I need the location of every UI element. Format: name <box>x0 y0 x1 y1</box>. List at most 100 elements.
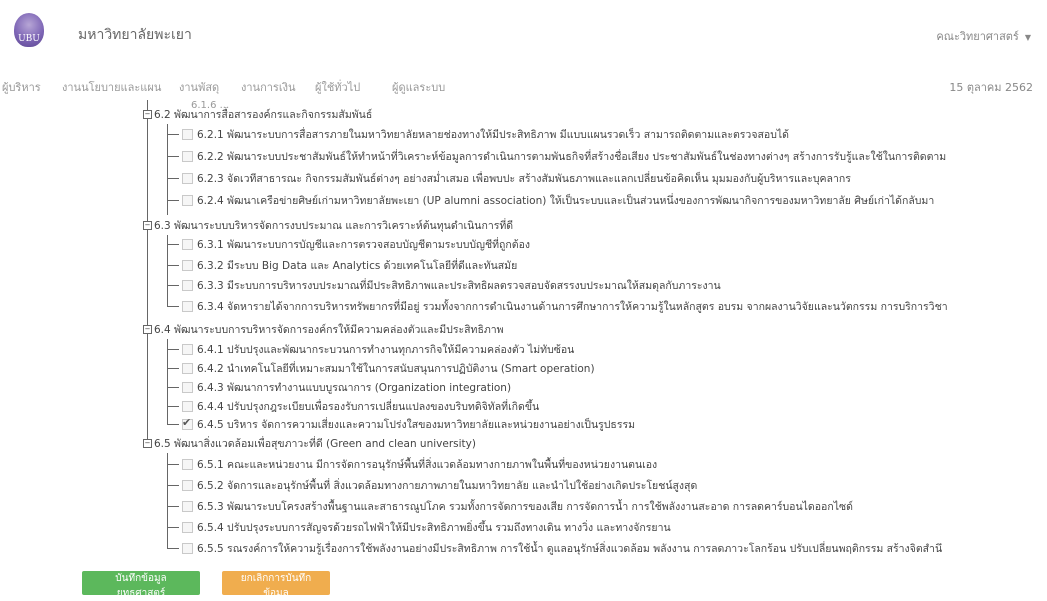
checkbox[interactable] <box>182 400 193 412</box>
checkbox[interactable] <box>182 500 193 512</box>
tree-group-label: 6.3 พัฒนาระบบบริหารจัดการงบประมาณ และการ… <box>154 219 514 232</box>
tree-connector <box>167 156 179 157</box>
tree-connector <box>167 265 179 266</box>
tree-item-6-5-2[interactable]: 6.5.2 จัดการและอนุรักษ์พื้นที่ สิ่งแวดล้… <box>182 475 697 495</box>
tree-item-6-5-1[interactable]: 6.5.1 คณะและหน่วยงาน มีการจัดการอนุรักษ์… <box>182 454 657 474</box>
checkbox[interactable] <box>182 458 193 470</box>
checkbox[interactable] <box>182 259 193 271</box>
checkbox[interactable] <box>182 279 193 291</box>
nav-item-policy-planning[interactable]: งานนโยบายและแผน <box>62 78 161 96</box>
collapse-toggle-icon[interactable]: − <box>143 221 152 230</box>
tree-item-6-2-2[interactable]: 6.2.2 พัฒนาระบบประชาสัมพันธ์ให้ทำหน้าที่… <box>182 146 946 166</box>
tree-item-6-2-1[interactable]: 6.2.1 พัฒนาระบบการสื่อสารภายในมหาวิทยาลั… <box>182 124 789 144</box>
tree-item-label: 6.3.4 จัดหารายได้จากการบริหารทรัพยากรที่… <box>197 300 948 313</box>
tree-branch-line <box>167 453 168 548</box>
checkbox[interactable] <box>182 172 193 184</box>
app-header: UBU มหาวิทยาลัยพะเยา คณะวิทยาศาสตร์ ▼ <box>0 0 1047 66</box>
tree-connector <box>167 306 179 307</box>
main-nav: ผู้บริหาร งานนโยบายและแผน งานพัสดุ งานกา… <box>0 70 1047 100</box>
checkbox[interactable] <box>182 362 193 374</box>
nav-item-finance[interactable]: งานการเงิน <box>241 78 295 96</box>
tree-item-label: 6.4.5 บริหาร จัดการความเสี่ยงและความโปร่… <box>197 418 636 431</box>
checkbox[interactable] <box>182 300 193 312</box>
tree-group-6-4: 6.4 พัฒนาระบบการบริหารจัดการองค์กรให้มีค… <box>154 319 504 339</box>
tree-item-6-3-4[interactable]: 6.3.4 จัดหารายได้จากการบริหารทรัพยากรที่… <box>182 296 948 316</box>
tree-item-6-4-2[interactable]: 6.4.2 นำเทคโนโลยีที่เหมาะสมมาใช้ในการสนั… <box>182 358 595 378</box>
nav-item-admin[interactable]: ผู้ดูแลระบบ <box>392 78 445 96</box>
tree-connector <box>167 424 179 425</box>
tree-root-line <box>147 100 148 443</box>
tree-item-label: 6.5.1 คณะและหน่วยงาน มีการจัดการอนุรักษ์… <box>197 458 658 471</box>
nav-item-general-users[interactable]: ผู้ใช้ทั่วไป <box>315 78 360 96</box>
strategy-tree: 6.1.6 ... − 6.2 พัฒนาการสื่อสารองค์กรและ… <box>0 100 1047 563</box>
tree-branch-line <box>167 339 168 424</box>
tree-item-6-4-5[interactable]: 6.4.5 บริหาร จัดการความเสี่ยงและความโปร่… <box>182 414 635 434</box>
tree-connector <box>167 200 179 201</box>
tree-group-6-3: 6.3 พัฒนาระบบบริหารจัดการงบประมาณ และการ… <box>154 215 513 235</box>
tree-item-6-3-1[interactable]: 6.3.1 พัฒนาระบบการบัญชีและการตรวจสอบบัญช… <box>182 234 530 254</box>
tree-connector <box>167 368 179 369</box>
tree-group-label: 6.5 พัฒนาสิ่งแวดล้อมเพื่อสุขภาวะที่ดี (G… <box>154 437 476 450</box>
tree-item-label: 6.2.4 พัฒนาเครือข่ายศิษย์เก่ามหาวิทยาลัย… <box>197 194 935 207</box>
checkbox-checked[interactable] <box>182 416 193 430</box>
tree-item-6-4-1[interactable]: 6.4.1 ปรับปรุงและพัฒนากระบวนการทำงานทุกภ… <box>182 339 574 359</box>
collapse-toggle-icon[interactable]: − <box>143 439 152 448</box>
tree-item-label: 6.5.5 รณรงค์การให้ความรู้เรื่องการใช้พลั… <box>197 542 943 555</box>
nav-item-supplies[interactable]: งานพัสดุ <box>179 78 219 96</box>
tree-item-label: 6.4.1 ปรับปรุงและพัฒนากระบวนการทำงานทุกภ… <box>197 343 575 356</box>
faculty-dropdown[interactable]: คณะวิทยาศาสตร์ ▼ <box>936 27 1031 45</box>
tree-item-label: 6.2.2 พัฒนาระบบประชาสัมพันธ์ให้ทำหน้าที่… <box>197 150 947 163</box>
checkbox[interactable] <box>182 150 193 162</box>
tree-item-label: 6.4.3 พัฒนาการทำงานแบบบูรณาการ (Organiza… <box>197 381 512 394</box>
checkbox[interactable] <box>182 479 193 491</box>
caret-down-icon: ▼ <box>1024 33 1031 42</box>
tree-item-6-4-3[interactable]: 6.4.3 พัฒนาการทำงานแบบบูรณาการ (Organiza… <box>182 377 511 397</box>
tree-item-6-2-3[interactable]: 6.2.3 จัดเวทีสาธารณะ กิจกรรมสัมพันธ์ต่าง… <box>182 168 851 188</box>
tree-group-6-2: 6.2 พัฒนาการสื่อสารองค์กรและกิจกรรมสัมพั… <box>154 104 372 124</box>
tree-item-6-3-2[interactable]: 6.3.2 มีระบบ Big Data และ Analytics ด้วย… <box>182 255 517 275</box>
tree-item-6-4-4[interactable]: 6.4.4 ปรับปรุงกฎระเบียบเพื่อรองรับการเปล… <box>182 396 539 416</box>
tree-item-label: 6.3.3 มีระบบการบริหารงบประมาณที่มีประสิท… <box>197 279 721 292</box>
tree-connector <box>167 485 179 486</box>
tree-connector <box>167 349 179 350</box>
nav-item-executive[interactable]: ผู้บริหาร <box>2 78 41 96</box>
tree-connector <box>167 527 179 528</box>
checkbox[interactable] <box>182 343 193 355</box>
tree-branch-line <box>167 235 168 306</box>
collapse-toggle-icon[interactable]: − <box>143 325 152 334</box>
tree-branch-line <box>167 124 168 215</box>
tree-item-label: 6.3.1 พัฒนาระบบการบัญชีและการตรวจสอบบัญช… <box>197 238 531 251</box>
checkbox[interactable] <box>182 238 193 250</box>
tree-item-6-5-5[interactable]: 6.5.5 รณรงค์การให้ความรู้เรื่องการใช้พลั… <box>182 538 942 558</box>
collapse-toggle-icon[interactable]: − <box>143 110 152 119</box>
tree-item-label: 6.4.2 นำเทคโนโลยีที่เหมาะสมมาใช้ในการสนั… <box>197 362 595 375</box>
tree-item-6-5-4[interactable]: 6.5.4 ปรับปรุงระบบการสัญจรด้วยรถไฟฟ้าให้… <box>182 517 671 537</box>
tree-connector <box>167 406 179 407</box>
tree-item-label: 6.3.2 มีระบบ Big Data และ Analytics ด้วย… <box>197 259 518 272</box>
tree-connector <box>167 134 179 135</box>
checkbox[interactable] <box>182 521 193 533</box>
save-strategy-button[interactable]: บันทึกข้อมูลยุทธศาสตร์ <box>82 571 200 599</box>
tree-connector <box>167 464 179 465</box>
tree-group-label: 6.2 พัฒนาการสื่อสารองค์กรและกิจกรรมสัมพั… <box>154 108 373 121</box>
logo-text: UBU <box>18 34 40 44</box>
university-logo[interactable]: UBU <box>14 13 44 47</box>
tree-item-label: 6.2.1 พัฒนาระบบการสื่อสารภายในมหาวิทยาลั… <box>197 128 789 141</box>
university-name[interactable]: มหาวิทยาลัยพะเยา <box>78 24 192 46</box>
tree-item-label: 6.5.2 จัดการและอนุรักษ์พื้นที่ สิ่งแวดล้… <box>197 479 698 492</box>
tree-connector <box>167 506 179 507</box>
cancel-save-button[interactable]: ยกเลิกการบันทึกข้อมูล <box>222 571 330 599</box>
tree-group-label: 6.4 พัฒนาระบบการบริหารจัดการองค์กรให้มีค… <box>154 323 504 336</box>
checkbox[interactable] <box>182 542 193 554</box>
tree-item-6-5-3[interactable]: 6.5.3 พัฒนาระบบโครงสร้างพื้นฐานและสาธารณ… <box>182 496 853 516</box>
tree-connector <box>167 285 179 286</box>
tree-item-6-2-4[interactable]: 6.2.4 พัฒนาเครือข่ายศิษย์เก่ามหาวิทยาลัย… <box>182 190 934 210</box>
tree-item-label: 6.4.4 ปรับปรุงกฎระเบียบเพื่อรองรับการเปล… <box>197 400 540 413</box>
checkbox[interactable] <box>182 194 193 206</box>
tree-item-6-3-3[interactable]: 6.3.3 มีระบบการบริหารงบประมาณที่มีประสิท… <box>182 275 721 295</box>
tree-item-label: 6.2.3 จัดเวทีสาธารณะ กิจกรรมสัมพันธ์ต่าง… <box>197 172 851 185</box>
checkbox[interactable] <box>182 381 193 393</box>
tree-connector <box>167 387 179 388</box>
tree-item-label: 6.5.3 พัฒนาระบบโครงสร้างพื้นฐานและสาธารณ… <box>197 500 853 513</box>
checkbox[interactable] <box>182 128 193 140</box>
